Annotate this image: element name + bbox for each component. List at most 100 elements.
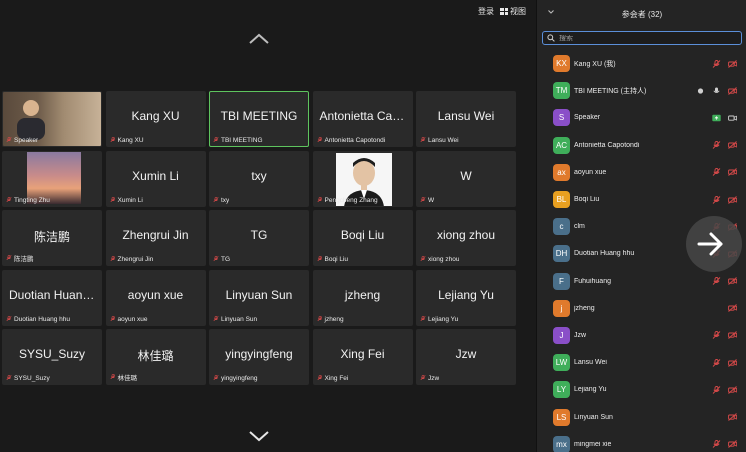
participant-tile[interactable]: Xumin Li Xumin Li	[105, 150, 206, 207]
chevron-up-icon[interactable]	[248, 33, 270, 45]
video-off-icon[interactable]	[728, 331, 737, 340]
tile-name-center: yingyingfeng	[225, 347, 293, 361]
participant-tile[interactable]: yingyingfeng yingyingfeng	[209, 329, 309, 385]
tile-name-text: TG	[221, 256, 231, 263]
participant-tile[interactable]: aoyun xue aoyun xue	[105, 269, 206, 326]
participant-tile[interactable]: TG TG	[209, 210, 309, 266]
video-off-icon[interactable]	[728, 195, 737, 204]
more-dot-icon[interactable]	[696, 87, 705, 95]
participant-row[interactable]: ax aoyun xue	[537, 159, 746, 186]
tile-name-center: 陈洁鹏	[33, 230, 70, 244]
participant-row[interactable]: BL Boqi Liu	[537, 186, 746, 213]
video-off-icon[interactable]	[728, 59, 737, 68]
tile-name-label: 陈洁鹏	[6, 253, 34, 263]
mic-off-icon[interactable]	[712, 168, 721, 177]
participant-tile[interactable]: xiong zhou xiong zhou	[416, 210, 516, 266]
tile-name-label: Tingting Zhu	[6, 197, 50, 204]
participant-search[interactable]	[542, 31, 742, 45]
participant-tile[interactable]: Duotian Huang... Duotian Huang hhu	[2, 269, 102, 326]
participant-tile-grid: Speaker Kang XU Kang XU TBI MEETING TBI MEET…	[2, 91, 516, 385]
mic-off-icon	[213, 137, 219, 144]
avatar: c	[553, 218, 570, 236]
participant-tile[interactable]: Kang XU Kang XU	[105, 91, 206, 147]
participant-status-icons	[696, 86, 737, 95]
video-off-icon[interactable]	[728, 386, 737, 394]
participant-row[interactable]: j jzheng	[537, 295, 746, 322]
participant-tile[interactable]: 林佳璐 林佳璐	[105, 329, 206, 385]
participant-status-icons	[712, 114, 737, 122]
tile-name-text: Duotian Huang hhu	[14, 315, 71, 323]
video-off-icon[interactable]	[728, 440, 737, 449]
participant-tile[interactable]: Lejiang Yu Lejiang Yu	[416, 269, 516, 326]
participant-row[interactable]: KX Kang XU (我)	[537, 50, 746, 77]
tile-name-center: Lejiang Yu	[438, 287, 494, 302]
mic-off-icon[interactable]	[712, 358, 721, 367]
tile-name-center: Lansu Wei	[437, 109, 495, 123]
participant-tile[interactable]: TBI MEETING TBI MEETING	[209, 91, 309, 147]
participant-tile[interactable]: Lansu Wei Lansu Wei	[416, 91, 516, 147]
tile-name-text: Jzw	[428, 375, 440, 382]
video-off-icon[interactable]	[728, 168, 737, 177]
participant-tile[interactable]: Tingting Zhu	[2, 150, 102, 207]
tile-name-label: Duotian Huang hhu	[6, 316, 70, 323]
mic-off-icon[interactable]	[712, 277, 721, 285]
participant-tile[interactable]: 陈洁鹏 陈洁鹏	[2, 210, 102, 266]
participant-row[interactable]: LS Linyuan Sun	[537, 403, 746, 430]
video-off-icon[interactable]	[728, 277, 737, 285]
mic-off-icon[interactable]	[712, 59, 721, 68]
participant-row[interactable]: TM TBI MEETING (主持人)	[537, 77, 746, 104]
participant-row[interactable]: AC Antonietta Capotondi	[537, 132, 746, 159]
participant-tile[interactable]: Zhengrui Jin Zhengrui Jin	[105, 210, 206, 266]
participant-status-icons	[728, 413, 737, 421]
avatar: LW	[553, 354, 570, 372]
view-button[interactable]: 视图	[500, 6, 526, 17]
tile-name-label: yingyingfeng	[213, 375, 258, 382]
mic-off-icon	[213, 256, 219, 263]
participant-tile[interactable]: Xing Fei Xing Fei	[312, 329, 413, 385]
participant-tile[interactable]: txy txy	[209, 150, 309, 207]
participant-row[interactable]: J Jzw	[537, 322, 746, 349]
video-off-icon[interactable]	[728, 413, 737, 421]
participant-tile[interactable]: Jzw Jzw	[416, 329, 516, 385]
mic-off-icon	[109, 373, 116, 381]
tile-name-text: 陈洁鹏	[14, 256, 34, 263]
participant-status-icons	[712, 168, 737, 177]
participant-row[interactable]: LY Lejiang Yu	[537, 376, 746, 403]
mic-off-icon	[109, 196, 116, 204]
tile-name-center: TBI MEETING	[220, 109, 298, 123]
video-on-icon[interactable]	[728, 114, 737, 122]
participant-tile[interactable]: Boqi Liu Boqi Liu	[312, 210, 413, 266]
participant-row[interactable]: LW Lansu Wei	[537, 349, 746, 376]
participant-tile[interactable]: jzheng jzheng	[312, 269, 413, 326]
participant-tile[interactable]: Linyuan Sun Linyuan Sun	[209, 269, 309, 326]
participant-row[interactable]: S Speaker	[537, 104, 746, 131]
tile-name-text: W	[428, 196, 435, 204]
mic-off-icon[interactable]	[712, 331, 721, 340]
mic-off-icon[interactable]	[712, 385, 721, 394]
mic-off-icon[interactable]	[712, 195, 721, 204]
participant-tile[interactable]: WW	[416, 150, 516, 207]
participant-tile[interactable]: Pengcheng Zhang	[312, 150, 413, 207]
participant-name: mingmei xie	[574, 440, 612, 448]
participant-status-icons	[712, 195, 737, 204]
tile-name-label: aoyun xue	[109, 316, 148, 323]
screen-share-icon[interactable]	[712, 114, 721, 122]
video-off-icon[interactable]	[728, 304, 737, 313]
next-page-button[interactable]	[686, 216, 742, 272]
chevron-down-icon[interactable]	[248, 430, 270, 442]
participant-name: TBI MEETING (主持人)	[574, 87, 647, 95]
video-off-icon[interactable]	[728, 141, 737, 149]
search-input[interactable]	[559, 34, 729, 42]
mic-off-icon	[420, 315, 426, 323]
participant-tile[interactable]: Antonietta Cap... Antonietta Capotondi	[312, 91, 413, 147]
participant-status-icons	[712, 358, 737, 367]
video-off-icon[interactable]	[728, 86, 737, 95]
participant-tile[interactable]: Speaker	[2, 91, 102, 147]
mic-off-icon[interactable]	[712, 440, 721, 449]
mic-off-icon[interactable]	[712, 141, 721, 149]
video-off-icon[interactable]	[728, 358, 737, 367]
login-button[interactable]: 登录	[478, 6, 494, 17]
participant-tile[interactable]: SYSU_Suzy SYSU_Suzy	[2, 329, 102, 385]
participant-row[interactable]: mx mingmei xie	[537, 431, 746, 452]
mic-on-icon[interactable]	[712, 87, 721, 95]
